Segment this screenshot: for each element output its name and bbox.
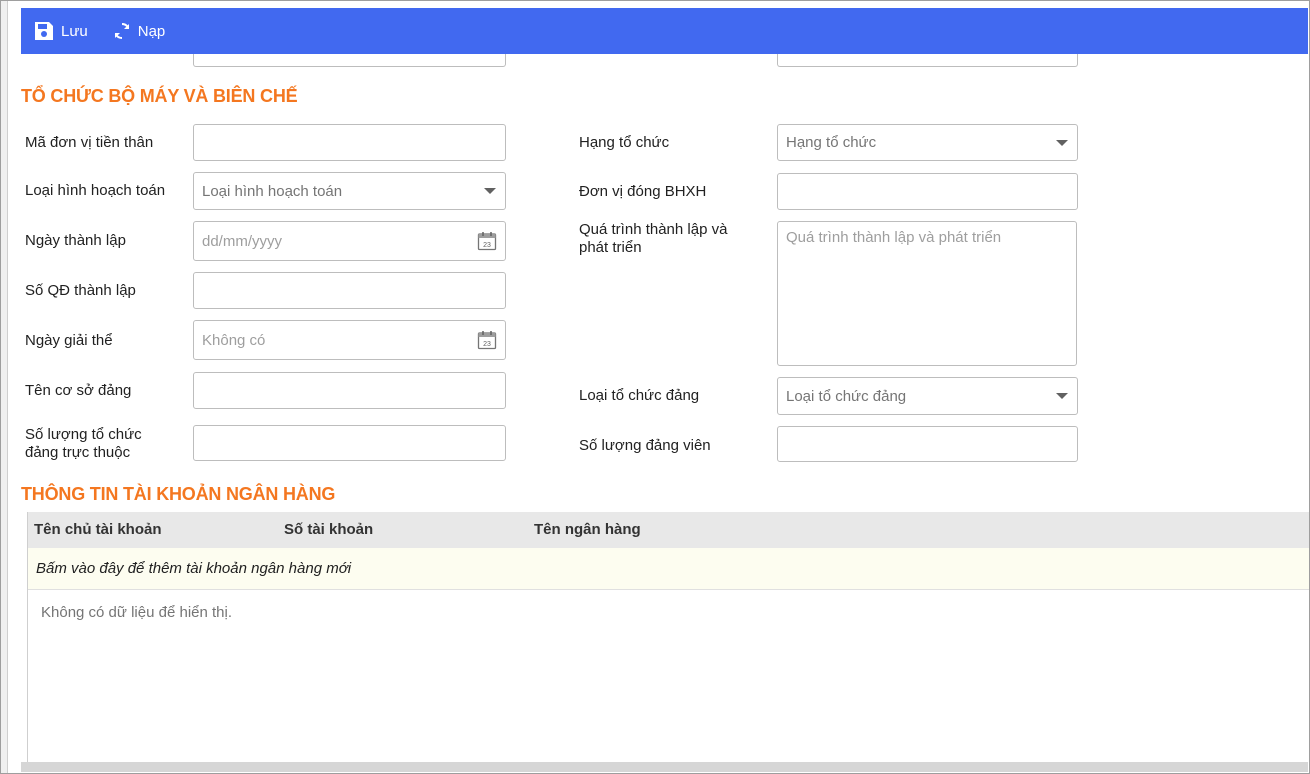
add-bank-account-row[interactable]: Bấm vào đây để thêm tài khoản ngân hàng … bbox=[28, 548, 1309, 590]
founding-decision-input[interactable] bbox=[193, 272, 506, 309]
reload-button[interactable]: Nạp bbox=[100, 8, 178, 54]
save-label: Lưu bbox=[61, 22, 88, 40]
chevron-down-icon bbox=[484, 188, 496, 194]
history-placeholder: Quá trình thành lập và phát triển bbox=[786, 229, 1002, 246]
dissolution-date-label: Ngày giải thể bbox=[25, 332, 113, 349]
social-insurance-unit-label: Đơn vị đóng BHXH bbox=[579, 183, 707, 200]
party-org-type-placeholder: Loại tổ chức đảng bbox=[786, 387, 907, 405]
column-header-bank-name[interactable]: Tên ngân hàng bbox=[534, 521, 641, 538]
founding-decision-label: Số QĐ thành lập bbox=[25, 282, 136, 299]
calendar-icon[interactable]: 23 bbox=[477, 231, 497, 251]
partial-input-right[interactable] bbox=[777, 54, 1078, 67]
chevron-down-icon bbox=[1056, 393, 1068, 399]
grid-header: Tên chủ tài khoản Số tài khoản Tên ngân … bbox=[28, 512, 1309, 548]
dissolution-date-placeholder: Không có bbox=[202, 331, 266, 349]
accounting-type-select[interactable]: Loại hình hoạch toán bbox=[193, 172, 506, 210]
left-edge bbox=[1, 1, 8, 773]
founding-date-placeholder: dd/mm/yyyy bbox=[202, 232, 283, 250]
party-org-count-label: Số lượng tổ chức đảng trực thuộc bbox=[25, 426, 142, 461]
column-header-account-number[interactable]: Số tài khoản bbox=[284, 521, 373, 538]
accounting-type-placeholder: Loại hình hoạch toán bbox=[202, 182, 343, 200]
section-title-bank: THÔNG TIN TÀI KHOẢN NGÂN HÀNG bbox=[21, 484, 336, 504]
party-org-type-select[interactable]: Loại tổ chức đảng bbox=[777, 377, 1078, 415]
section-title-org: TỔ CHỨC BỘ MÁY VÀ BIÊN CHẾ bbox=[21, 86, 298, 106]
org-rank-label: Hạng tổ chức bbox=[579, 134, 670, 151]
chevron-down-icon bbox=[1056, 139, 1068, 146]
refresh-icon bbox=[114, 23, 129, 39]
bank-account-grid: Tên chủ tài khoản Số tài khoản Tên ngân … bbox=[27, 512, 1309, 762]
partial-input-left[interactable] bbox=[193, 54, 506, 67]
party-member-count-label: Số lượng đảng viên bbox=[579, 437, 711, 454]
horizontal-scrollbar[interactable] bbox=[21, 762, 1308, 772]
toolbar: Lưu Nạp bbox=[21, 8, 1308, 54]
founding-date-label: Ngày thành lập bbox=[25, 232, 126, 249]
party-org-count-input[interactable] bbox=[193, 425, 506, 461]
column-header-account-holder[interactable]: Tên chủ tài khoản bbox=[34, 521, 162, 538]
calendar-icon[interactable]: 23 bbox=[477, 330, 497, 350]
predecessor-code-label: Mã đơn vị tiền thân bbox=[25, 134, 154, 151]
empty-grid-message: Không có dữ liệu để hiển thị. bbox=[41, 604, 233, 621]
founding-date-input[interactable]: dd/mm/yyyy 23 bbox=[193, 221, 506, 261]
party-base-name-input[interactable] bbox=[193, 372, 506, 409]
svg-text:23: 23 bbox=[483, 341, 491, 348]
history-textarea[interactable]: Quá trình thành lập và phát triển bbox=[777, 221, 1077, 366]
org-rank-placeholder: Hạng tổ chức bbox=[786, 134, 877, 151]
party-org-type-label: Loại tổ chức đảng bbox=[579, 387, 700, 404]
party-base-name-label: Tên cơ sở đảng bbox=[25, 382, 132, 399]
org-rank-select[interactable]: Hạng tổ chức bbox=[777, 124, 1078, 161]
accounting-type-label: Loại hình hoạch toán bbox=[25, 182, 166, 199]
party-member-count-input[interactable] bbox=[777, 426, 1078, 462]
history-label: Quá trình thành lập và phát triển bbox=[579, 221, 728, 256]
svg-text:23: 23 bbox=[483, 242, 491, 249]
predecessor-code-input[interactable] bbox=[193, 124, 506, 161]
save-icon bbox=[35, 22, 53, 40]
save-button[interactable]: Lưu bbox=[21, 8, 100, 54]
social-insurance-unit-input[interactable] bbox=[777, 173, 1078, 210]
reload-label: Nạp bbox=[137, 22, 166, 40]
dissolution-date-input[interactable]: Không có 23 bbox=[193, 320, 506, 360]
